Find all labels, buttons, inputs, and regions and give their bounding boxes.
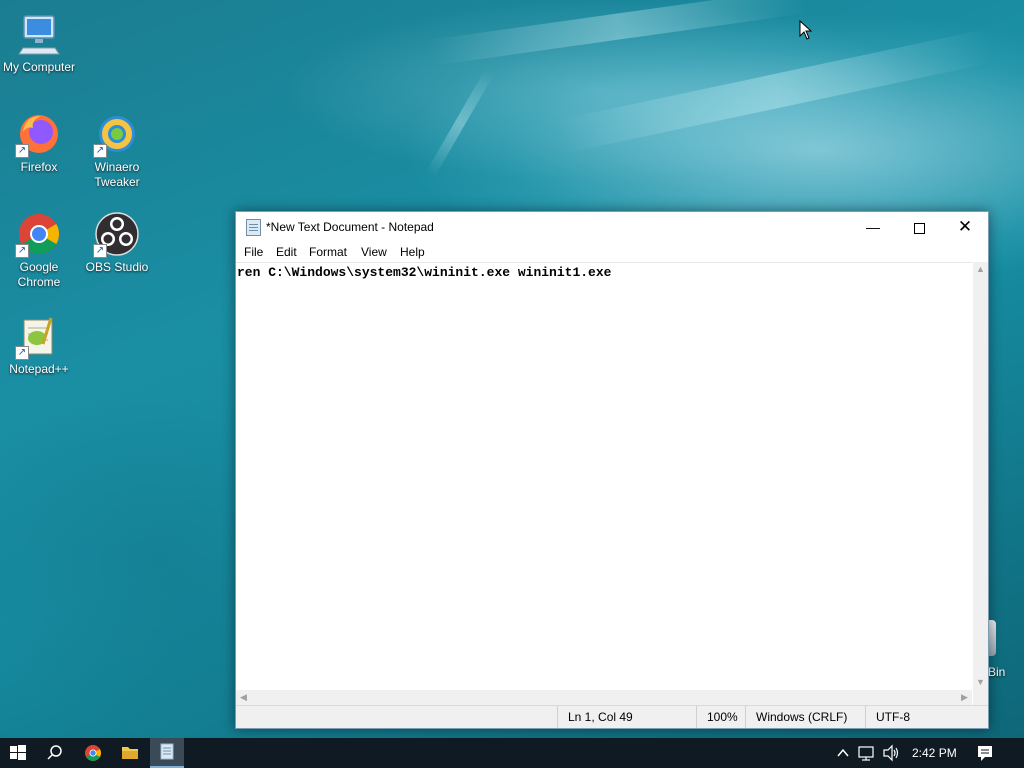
desktop-icon-recycle-bin[interactable]: Bin [988, 620, 1024, 686]
menu-view[interactable]: View [361, 245, 387, 259]
windows-logo-icon [10, 745, 26, 760]
minimize-icon: — [866, 219, 880, 235]
minimize-button[interactable]: — [850, 212, 896, 242]
shortcut-arrow-icon: ↗ [93, 244, 107, 258]
wallpaper-light-streak [556, 28, 994, 154]
winaero-tweaker-icon: ↗ [93, 110, 141, 158]
notification-icon [978, 746, 992, 761]
menu-edit[interactable]: Edit [276, 245, 297, 259]
menu-help[interactable]: Help [400, 245, 425, 259]
wallpaper-light-streak [425, 68, 495, 178]
desktop-icon-obs-studio[interactable]: ↗ OBS Studio [79, 210, 155, 275]
scroll-left-icon[interactable]: ◀ [236, 690, 251, 705]
chevron-up-icon [837, 748, 849, 757]
desktop-icon-google-chrome[interactable]: ↗ Google Chrome [1, 210, 77, 290]
obs-studio-icon: ↗ [93, 210, 141, 258]
wallpaper-light-streak [428, 0, 809, 66]
taskbar-notepad[interactable] [150, 738, 184, 768]
desktop-icon-label: OBS Studio [85, 260, 149, 274]
shortcut-arrow-icon: ↗ [15, 144, 29, 158]
shortcut-arrow-icon: ↗ [93, 144, 107, 158]
network-icon [858, 746, 874, 761]
firefox-icon: ↗ [15, 110, 63, 158]
notepad-window[interactable]: *New Text Document - Notepad — ✕ File Ed… [235, 211, 989, 729]
volume-button[interactable] [880, 738, 902, 768]
clock[interactable]: 2:42 PM [912, 738, 957, 768]
maximize-icon [913, 222, 925, 234]
maximize-button[interactable] [896, 212, 942, 242]
show-hidden-icons-button[interactable] [833, 738, 853, 768]
shortcut-arrow-icon: ↗ [15, 346, 29, 360]
desktop-icon-label: Firefox [20, 160, 58, 174]
desktop-icon-label: My Computer [2, 60, 76, 74]
desktop-icon-notepad-plus-plus[interactable]: ↗ Notepad++ [1, 312, 77, 377]
status-encoding: UTF-8 [865, 706, 976, 728]
speaker-icon [883, 744, 899, 762]
action-center-button[interactable] [970, 738, 1000, 768]
shortcut-arrow-icon: ↗ [15, 244, 29, 258]
scroll-up-icon[interactable]: ▲ [973, 262, 988, 277]
folder-icon [122, 747, 138, 759]
chrome-icon [85, 745, 101, 761]
close-icon: ✕ [957, 217, 973, 236]
taskbar: 2:42 PM [0, 738, 1024, 768]
menu-bar: File Edit Format View Help [236, 242, 988, 262]
title-bar[interactable]: *New Text Document - Notepad — ✕ [236, 212, 988, 242]
desktop-icon-label: Bin [988, 665, 1006, 679]
menu-format[interactable]: Format [309, 245, 347, 259]
notepad-icon [160, 743, 174, 760]
scrollbar-corner [973, 690, 988, 705]
desktop-icon-my-computer[interactable]: My Computer [1, 10, 77, 75]
desktop-icon-label: Google Chrome [17, 260, 61, 289]
mouse-cursor-icon [799, 19, 813, 45]
taskbar-file-explorer[interactable] [112, 738, 148, 768]
search-icon [47, 745, 62, 760]
network-button[interactable] [856, 738, 878, 768]
status-cursor-position: Ln 1, Col 49 [557, 706, 697, 728]
computer-icon [15, 10, 63, 58]
status-bar: Ln 1, Col 49 100% Windows (CRLF) UTF-8 [236, 705, 988, 728]
taskbar-chrome[interactable] [75, 738, 111, 768]
scroll-down-icon[interactable]: ▼ [973, 675, 988, 690]
search-button[interactable] [37, 738, 73, 768]
window-title: *New Text Document - Notepad [266, 220, 434, 234]
scroll-right-icon[interactable]: ▶ [957, 690, 972, 705]
close-button[interactable]: ✕ [942, 212, 988, 242]
horizontal-scrollbar[interactable]: ◀ ▶ [236, 690, 972, 705]
editor-content[interactable]: ren C:\Windows\system32\wininit.exe wini… [237, 265, 611, 280]
start-button[interactable] [0, 738, 36, 768]
desktop-icon-firefox[interactable]: ↗ Firefox [1, 110, 77, 175]
status-zoom: 100% [696, 706, 747, 728]
text-editor[interactable]: ren C:\Windows\system32\wininit.exe wini… [236, 262, 972, 691]
recycle-bin-icon [988, 620, 996, 656]
notepad-plus-plus-icon: ↗ [15, 312, 63, 360]
chrome-icon: ↗ [15, 210, 63, 258]
notepad-icon [246, 219, 261, 236]
status-line-endings: Windows (CRLF) [745, 706, 866, 728]
desktop-icon-label: Notepad++ [9, 362, 69, 376]
menu-file[interactable]: File [244, 245, 263, 259]
desktop-icon-label: Winaero Tweaker [94, 160, 140, 189]
vertical-scrollbar[interactable]: ▲ ▼ [973, 262, 988, 690]
desktop-icon-winaero-tweaker[interactable]: ↗ Winaero Tweaker [79, 110, 155, 190]
